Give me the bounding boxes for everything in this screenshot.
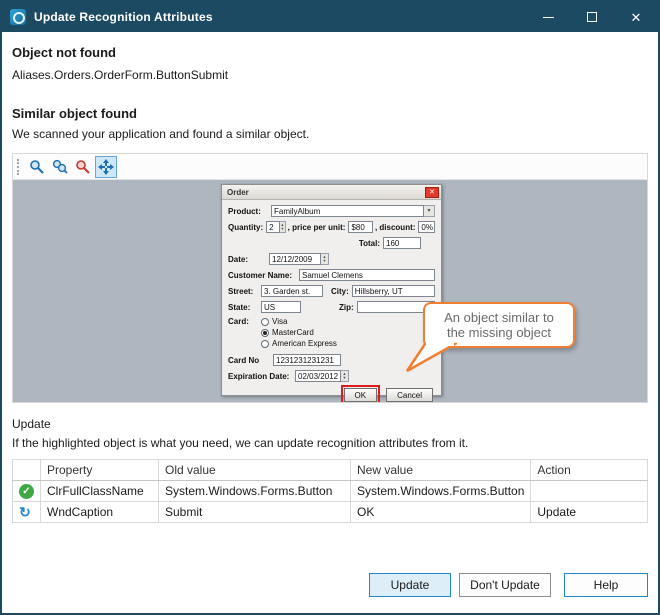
product-dropdown-icon: ▼ (424, 205, 435, 217)
mastercard-radio (261, 329, 269, 337)
card-label: Card: (228, 317, 258, 326)
callout-line2: the missing object (447, 325, 551, 340)
property-cell: ClrFullClassName (41, 481, 159, 502)
find-similar-button[interactable] (49, 156, 71, 178)
dialog-body: Object not found Aliases.Orders.OrderFor… (2, 32, 658, 613)
magnifier-red-icon (75, 159, 91, 175)
city-label: City: (331, 287, 349, 296)
update-section-description: If the highlighted object is what you ne… (12, 436, 648, 450)
close-button[interactable]: ✕ (614, 2, 658, 32)
order-form-titlebar: Order ✕ (222, 185, 441, 200)
expand-arrows-icon (98, 159, 114, 175)
check-icon: ✓ (19, 484, 34, 499)
date-label: Date: (228, 255, 266, 264)
expiration-date-spinner: ▲▼ (341, 370, 349, 382)
old-value-cell: System.Windows.Forms.Button (159, 481, 351, 502)
order-form-title: Order (227, 188, 425, 197)
amex-label: American Express (272, 339, 337, 348)
mastercard-label: MasterCard (272, 328, 314, 337)
expiration-date-label: Expiration Date: (228, 372, 292, 381)
dialog-footer: Update Don't Update Help (12, 573, 648, 597)
date-field: 12/12/2009 (269, 253, 321, 265)
old-value-cell: Submit (159, 502, 351, 523)
total-label: Total: (359, 239, 380, 248)
new-value-cell: System.Windows.Forms.Button (351, 481, 531, 502)
quantity-field: 2 (266, 221, 280, 233)
toolbar-grip[interactable] (17, 159, 19, 175)
object-preview: Order ✕ Product: FamilyAlbum ▼ Quantity:… (13, 180, 647, 402)
window-title: Update Recognition Attributes (34, 10, 526, 24)
refresh-icon: ↻ (19, 504, 31, 520)
magnifier-blue-icon (29, 159, 45, 175)
update-button[interactable]: Update (369, 573, 451, 597)
price-field: $80 (348, 221, 373, 233)
maximize-button[interactable] (570, 2, 614, 32)
action-column-header: Action (531, 460, 648, 481)
table-header-row: Property Old value New value Action (13, 460, 648, 481)
property-cell: WndCaption (41, 502, 159, 523)
action-cell: Update (531, 502, 648, 523)
price-label: , price per unit: (288, 223, 346, 232)
object-not-found-heading: Object not found (12, 45, 648, 60)
street-label: Street: (228, 287, 258, 296)
quantity-label: Quantity: (228, 223, 263, 232)
magnifier-pair-icon (52, 159, 68, 175)
dont-update-button[interactable]: Don't Update (459, 573, 551, 597)
minimize-button[interactable] (526, 2, 570, 32)
card-no-field: 1231231231231 (273, 354, 341, 366)
similar-object-description: We scanned your application and found a … (12, 127, 648, 141)
product-combobox: FamilyAlbum (271, 205, 424, 217)
close-icon: ✕ (631, 11, 642, 24)
app-icon (10, 9, 26, 25)
maximize-icon (587, 12, 597, 22)
quantity-spinner: ▲▼ (280, 221, 286, 233)
customer-name-field: Samuel Clemens (299, 269, 435, 281)
update-section-heading: Update (12, 417, 648, 431)
total-field: 160 (383, 237, 421, 249)
callout-tail (405, 341, 457, 373)
fit-to-window-button[interactable] (95, 156, 117, 178)
new-value-cell: OK (351, 502, 531, 523)
similar-object-heading: Similar object found (12, 106, 648, 121)
order-form-close-icon: ✕ (425, 187, 439, 198)
remove-highlight-button[interactable] (72, 156, 94, 178)
table-row[interactable]: ✓ ClrFullClassName System.Windows.Forms.… (13, 481, 648, 502)
product-label: Product: (228, 207, 268, 216)
customer-name-label: Customer Name: (228, 271, 296, 280)
similar-object-callout: An object similar to the missing object (423, 302, 575, 348)
zip-label: Zip: (339, 303, 354, 312)
preview-toolbar (13, 154, 647, 180)
city-field: Hillsberry, UT (352, 285, 435, 297)
minimize-icon (543, 17, 554, 18)
property-column-header: Property (41, 460, 159, 481)
cancel-button-preview: Cancel (386, 388, 433, 402)
expiration-date-field: 02/03/2012 (295, 370, 341, 382)
amex-radio (261, 340, 269, 348)
state-label: State: (228, 303, 258, 312)
state-field: US (261, 301, 301, 313)
new-value-column-header: New value (351, 460, 531, 481)
action-cell (531, 481, 648, 502)
callout-line1: An object similar to (444, 310, 554, 325)
visa-radio (261, 318, 269, 326)
update-recognition-dialog: Update Recognition Attributes ✕ Object n… (0, 0, 660, 615)
table-row[interactable]: ↻ WndCaption Submit OK Update (13, 502, 648, 523)
date-spinner: ▲▼ (321, 253, 329, 265)
discount-field: 0% (418, 221, 435, 233)
street-field: 3. Garden st. (261, 285, 323, 297)
card-no-label: Card No (228, 356, 270, 365)
visa-label: Visa (272, 317, 287, 326)
missing-object-path: Aliases.Orders.OrderForm.ButtonSubmit (12, 68, 648, 82)
zoom-object-button[interactable] (26, 156, 48, 178)
old-value-column-header: Old value (159, 460, 351, 481)
titlebar[interactable]: Update Recognition Attributes ✕ (2, 2, 658, 32)
help-button[interactable]: Help (564, 573, 648, 597)
preview-panel: Order ✕ Product: FamilyAlbum ▼ Quantity:… (12, 153, 648, 403)
discount-label: , discount: (375, 223, 415, 232)
attributes-table: Property Old value New value Action ✓ Cl… (12, 459, 648, 523)
card-radio-group: Visa MasterCard American Express (261, 317, 337, 350)
highlighted-ok-button: OK (344, 388, 378, 402)
icon-column-header (13, 460, 41, 481)
